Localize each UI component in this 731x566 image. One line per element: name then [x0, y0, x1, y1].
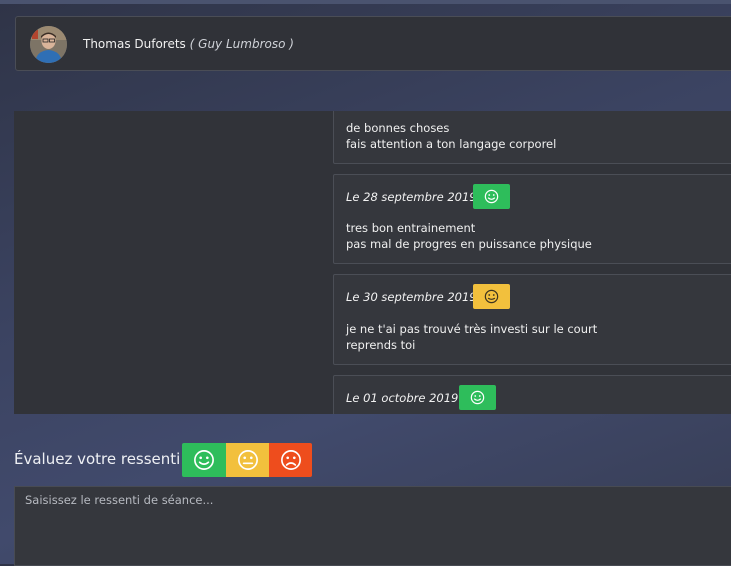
coach-name: Guy Lumbroso [198, 37, 286, 51]
avatar [30, 26, 67, 63]
mood-badge-neutral [473, 284, 510, 309]
neutral-face-icon [238, 450, 258, 470]
feedback-text: fais attention a ton langage corporel [346, 137, 557, 151]
close-paren: ) [289, 37, 294, 51]
open-paren: ( [189, 37, 195, 51]
feedback-text: de bonnes choses [346, 121, 450, 135]
feeling-note-input[interactable] [14, 486, 731, 566]
rating-label: Évaluez votre ressenti : [14, 450, 191, 468]
feedback-date: Le 28 septembre 2019 [346, 190, 477, 204]
feedback-card: de bonnes choses fais attention a ton la… [333, 111, 731, 164]
athlete-name: Thomas Duforets [83, 37, 186, 51]
smile-icon [484, 189, 499, 204]
feedback-card: Le 30 septembre 2019 je ne t'ai pas trou… [333, 274, 731, 365]
feedback-date: Le 01 octobre 2019 [346, 391, 459, 405]
feedback-text: je ne t'ai pas trouvé très investi sur l… [346, 322, 598, 336]
mood-badge-happy [473, 184, 510, 209]
rate-happy-button[interactable] [182, 443, 226, 477]
smile-icon [194, 450, 214, 470]
top-bar [0, 0, 731, 4]
neutral-face-icon [484, 289, 499, 304]
frown-icon [280, 450, 301, 470]
athlete-header: Thomas Duforets ( Guy Lumbroso ) [15, 16, 731, 71]
athlete-coach-name: Thomas Duforets ( Guy Lumbroso ) [83, 37, 294, 51]
feedback-card: Le 28 septembre 2019 tres bon entraineme… [333, 174, 731, 264]
feedback-card: Le 01 octobre 2019 [333, 375, 731, 414]
feedback-text: pas mal de progres en puissance physique [346, 237, 592, 251]
mood-badge-happy [459, 385, 496, 410]
feedback-date: Le 30 septembre 2019 [346, 290, 477, 304]
smile-icon [470, 390, 485, 405]
feedback-text: reprends toi [346, 338, 416, 352]
feedback-text: tres bon entrainement [346, 221, 476, 235]
feedback-feed[interactable]: de bonnes choses fais attention a ton la… [14, 111, 731, 414]
rate-sad-button[interactable] [269, 443, 312, 477]
rate-neutral-button[interactable] [226, 443, 270, 477]
